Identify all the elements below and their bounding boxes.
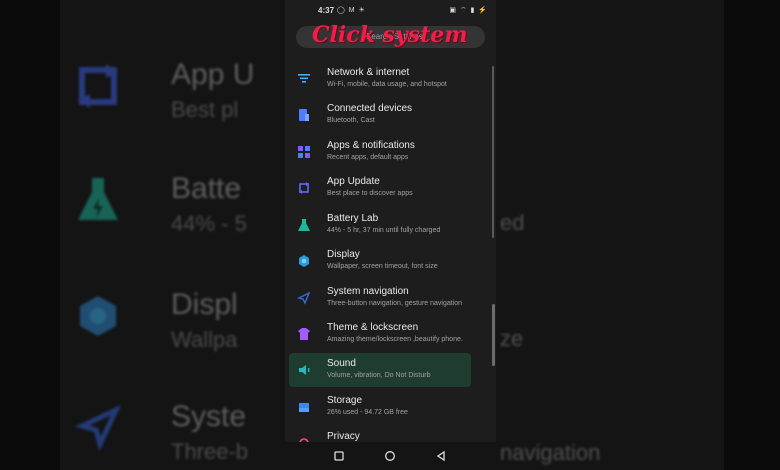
bg-fragment: ed bbox=[500, 210, 525, 235]
settings-item-system-navigation[interactable]: System navigation Three-button navigatio… bbox=[289, 281, 471, 315]
devices-icon bbox=[299, 109, 309, 121]
update-icon bbox=[78, 64, 118, 108]
item-title: App Update bbox=[327, 176, 380, 187]
item-subtitle: Bluetooth, Cast bbox=[327, 117, 375, 124]
update-icon bbox=[299, 182, 309, 194]
item-subtitle: Best place to discover apps bbox=[327, 190, 413, 197]
battery-flask-icon bbox=[298, 219, 310, 231]
item-subtitle: 26% used - 94.72 GB free bbox=[327, 409, 408, 416]
status-bar: 4:37 ◯ M ☀ ▣ ⌔ ▮ ⚡ bbox=[285, 0, 496, 22]
status-left-icons: ◯ M ☀ bbox=[337, 7, 366, 14]
bg-title: Syste bbox=[171, 400, 247, 433]
item-title: Storage bbox=[327, 395, 363, 406]
theme-icon bbox=[298, 328, 310, 340]
bg-left-edge bbox=[0, 0, 60, 470]
navigation-bar bbox=[285, 442, 496, 470]
item-subtitle: 44% - 5 hr, 37 min until fully charged bbox=[327, 227, 441, 234]
settings-item-network[interactable]: Network & internet Wi-Fi, mobile, data u… bbox=[289, 62, 471, 96]
bg-subtitle: Three-b bbox=[171, 439, 249, 464]
settings-item-sound[interactable]: Sound Volume, vibration, Do Not Disturb bbox=[289, 353, 471, 387]
item-title: Privacy bbox=[327, 431, 360, 442]
scrollbar[interactable] bbox=[492, 66, 494, 238]
settings-item-apps[interactable]: Apps & notifications Recent apps, defaul… bbox=[289, 135, 471, 169]
item-title: Connected devices bbox=[327, 103, 413, 114]
settings-item-app-update[interactable]: App Update Best place to discover apps bbox=[289, 171, 471, 205]
settings-item-storage[interactable]: Storage 26% used - 94.72 GB free bbox=[289, 390, 471, 424]
bg-title: Displ bbox=[171, 288, 238, 321]
display-icon bbox=[80, 296, 116, 336]
bg-item-battery: Batte 44% - 5 bbox=[70, 172, 247, 238]
item-title: Display bbox=[327, 249, 360, 260]
home-icon[interactable] bbox=[384, 450, 396, 462]
item-subtitle: Wi-Fi, mobile, data usage, and hotspot bbox=[327, 81, 447, 88]
settings-item-display[interactable]: Display Wallpaper, screen timeout, font … bbox=[289, 244, 471, 278]
item-title: Sound bbox=[327, 358, 356, 369]
item-subtitle: Volume, vibration, Do Not Disturb bbox=[327, 372, 431, 379]
bg-item-app-update: App U Best pl bbox=[70, 58, 254, 124]
item-title: Battery Lab bbox=[327, 213, 379, 224]
status-right-icons: ▣ ⌔ ▮ ⚡ bbox=[449, 7, 488, 14]
settings-item-theme[interactable]: Theme & lockscreen Amazing theme/lockscr… bbox=[289, 317, 471, 351]
bg-title: App U bbox=[171, 58, 255, 91]
bg-item-system: Syste Three-b bbox=[70, 400, 248, 466]
item-subtitle: Amazing theme/lockscreen ,beautify phone… bbox=[327, 336, 463, 343]
item-title: Apps & notifications bbox=[327, 140, 415, 151]
bg-subtitle: Wallpa bbox=[171, 327, 238, 352]
navigation-icon bbox=[297, 291, 311, 305]
item-title: Network & internet bbox=[327, 67, 410, 78]
bg-item-display: Displ Wallpa bbox=[70, 288, 238, 354]
sound-icon bbox=[299, 365, 310, 375]
item-title: System navigation bbox=[327, 286, 409, 297]
phone-screen: 4:37 ◯ M ☀ ▣ ⌔ ▮ ⚡ Search Settings Netwo… bbox=[285, 0, 496, 470]
bg-subtitle: 44% - 5 bbox=[171, 211, 247, 236]
status-time: 4:37 bbox=[318, 6, 335, 15]
wifi-icon bbox=[298, 74, 310, 83]
navigation-icon bbox=[74, 404, 122, 452]
item-subtitle: Three-button navigation, gesture navigat… bbox=[327, 300, 463, 307]
bg-fragment: ze bbox=[500, 326, 524, 351]
back-icon[interactable] bbox=[435, 450, 447, 462]
settings-item-connected-devices[interactable]: Connected devices Bluetooth, Cast bbox=[289, 98, 471, 132]
bg-subtitle: Best pl bbox=[171, 97, 239, 122]
overlay-caption: Click system bbox=[312, 22, 468, 48]
item-title: Theme & lockscreen bbox=[327, 322, 419, 333]
scroll-handle[interactable] bbox=[492, 304, 495, 366]
recents-icon[interactable] bbox=[333, 450, 345, 462]
bg-right-edge bbox=[724, 0, 780, 470]
bg-title: Batte bbox=[171, 172, 242, 205]
display-icon bbox=[299, 255, 309, 267]
apps-icon bbox=[298, 146, 310, 158]
storage-icon bbox=[299, 403, 309, 412]
bg-fragment: navigation bbox=[500, 440, 601, 465]
item-subtitle: Wallpaper, screen timeout, font size bbox=[327, 263, 438, 270]
settings-item-battery-lab[interactable]: Battery Lab 44% - 5 hr, 37 min until ful… bbox=[289, 208, 471, 242]
item-subtitle: Recent apps, default apps bbox=[327, 154, 409, 161]
battery-flask-icon bbox=[78, 178, 118, 220]
